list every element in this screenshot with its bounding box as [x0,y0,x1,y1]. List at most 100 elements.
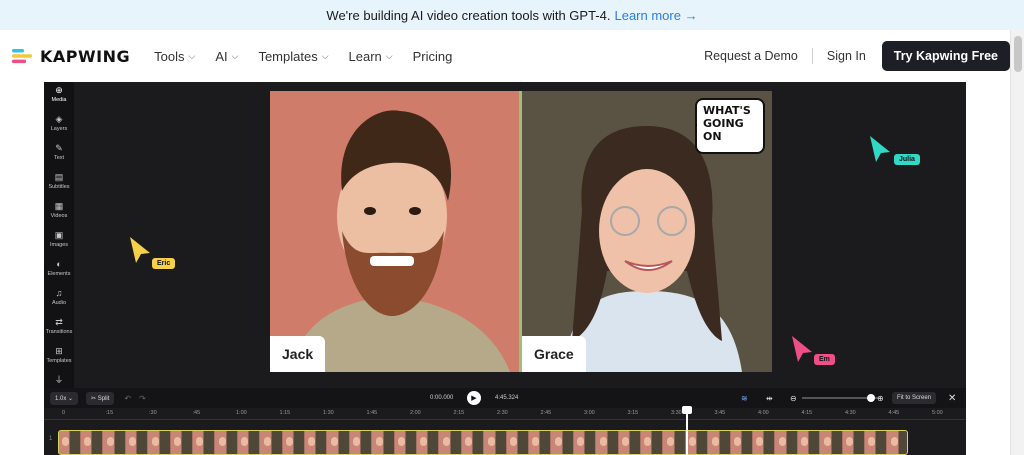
filmstrip-frame [529,431,552,454]
chevron-down-icon: ⌵ [385,50,393,61]
person-jack-image [290,110,510,372]
filmstrip-face [666,437,674,446]
filmstrip-frame [663,431,686,454]
tool-subtitles[interactable]: ▤ Subtitles [44,169,74,198]
zoom-slider-knob[interactable] [866,394,875,402]
filmstrip-face [420,437,428,446]
menu-label: AI [215,48,228,64]
tool-audio[interactable]: ♫ Audio [44,285,74,314]
learn-more-link[interactable]: Learn more → [614,8,697,23]
ruler-tick: 2:45 [540,410,552,416]
try-free-button[interactable]: Try Kapwing Free [881,41,1010,71]
kapwing-logo-icon [12,49,32,64]
bubble-line: GOING [703,117,744,130]
filmstrip-face [106,437,114,446]
video-canvas[interactable]: Jack Grace WHAT'S GOING ON [270,91,772,372]
timeline-controls: 1.0x ⌄ ✂ Split ↶ ↷ 0:00.000 ▶ 4:45.324 ≋… [44,388,966,408]
tool-elements[interactable]: ◐ Elements [44,256,74,285]
video-track-clip[interactable] [58,430,908,455]
tool-label: Media [51,97,67,103]
ruler-tick: 4:30 [845,410,856,416]
ruler-tick: 1:30 [323,410,334,416]
waveform-icon[interactable]: ≋ [741,394,748,403]
kapwing-logo[interactable]: KAPWING [12,47,130,66]
speech-bubble-sticker[interactable]: WHAT'S GOING ON [695,98,765,154]
filmstrip-frame [484,431,507,454]
tool-label: Templates [46,358,72,364]
tool-layers[interactable]: ◈ Layers [44,111,74,140]
playhead[interactable] [686,408,688,455]
tool-templates[interactable]: ⊞ Templates [44,343,74,372]
ruler-tick: 3:30 [671,410,682,416]
play-button[interactable]: ▶ [467,391,481,405]
filmstrip-face [868,437,876,446]
filmstrip-frame [283,431,305,454]
redo-icon[interactable]: ↷ [139,394,146,403]
filmstrip-frame [215,431,238,454]
filmstrip-frame [708,431,731,454]
tool-videos[interactable]: ▦ Videos [44,198,74,227]
menu-ai[interactable]: AI ⌵ [215,49,238,64]
menu-tools[interactable]: Tools ⌵ [154,49,195,64]
shapes-icon: ◐ [56,259,62,269]
zoom-in-icon[interactable]: ⊕ [877,394,884,403]
cursor-julia-icon [870,136,890,162]
filmstrip-face [151,437,159,446]
menu-templates[interactable]: Templates ⌵ [258,49,328,64]
tool-plugins[interactable]: ⏚ [44,372,74,388]
tool-label: Subtitles [48,184,70,190]
menu-label: Templates [258,48,318,64]
current-time: 0:00.000 [430,395,454,401]
sign-in-link[interactable]: Sign In [827,49,866,63]
ruler-tick: 1:45 [366,410,378,416]
filmstrip-frame [641,431,664,454]
filmstrip-face [532,437,540,446]
filmstrip-frame [439,431,462,454]
page-scrollbar[interactable] [1010,30,1024,455]
name-tag-grace: Grace [522,336,586,372]
announcement-banner: We're building AI video creation tools w… [0,0,1024,30]
filmstrip-frame [238,431,261,454]
ruler-tick: 2:30 [497,410,508,416]
cursor-label-eric: Eric [152,258,176,269]
speed-select[interactable]: 1.0x ⌄ [50,391,79,405]
split-button[interactable]: ✂ Split [86,391,115,405]
filmstrip-face [442,437,450,446]
tool-text[interactable]: ✎ Text [44,140,74,169]
filmstrip-frame [103,431,126,454]
filmstrip-frame [820,431,843,454]
video-pane-left: Jack [270,91,519,372]
menu-learn[interactable]: Learn ⌵ [349,49,393,64]
undo-icon[interactable]: ↶ [124,394,131,403]
tool-transitions[interactable]: ⇄ Transitions [44,314,74,343]
filmstrip-frame [843,431,865,454]
filmstrip-face [196,437,204,446]
menu-pricing[interactable]: Pricing [413,49,453,64]
filmstrip-face [801,437,809,446]
request-demo-link[interactable]: Request a Demo [704,49,798,63]
tool-label: Images [49,242,69,248]
filmstrip-face [375,437,383,446]
filmstrip-frame [798,431,821,454]
tool-images[interactable]: ▣ Images [44,227,74,256]
timeline-ruler[interactable]: 0:15:30:45 1:00 1:15 1:30 1:45 2:00 2:15 2:30 2:… [44,408,966,420]
filmstrip-face [644,437,652,446]
zoom-slider[interactable] [802,394,880,402]
filmstrip-frame [81,431,104,454]
ruler-tick: 2:00 [410,410,421,416]
zoom-out-icon[interactable]: ⊖ [790,394,797,403]
filmstrip-frame [395,431,417,454]
tool-label: Transitions [45,329,73,335]
ruler-tick: 4:15 [801,410,813,416]
fit-width-icon[interactable]: ⇹ [766,394,773,403]
editor-workspace: ⊕ Media ◈ Layers ✎ Text ▤ Subtitles ▦ Vi… [44,82,966,455]
menu-label: Pricing [412,48,453,64]
fit-to-screen-button[interactable]: Fit to Screen [892,392,937,404]
filmstrip-face [62,437,69,446]
tool-label: Text [53,155,65,161]
filmstrip-face [286,437,293,446]
close-icon[interactable]: ✕ [948,393,956,404]
scrollbar-thumb[interactable] [1014,36,1022,72]
filmstrip-face [823,437,831,446]
tool-media[interactable]: ⊕ Media [44,82,74,111]
